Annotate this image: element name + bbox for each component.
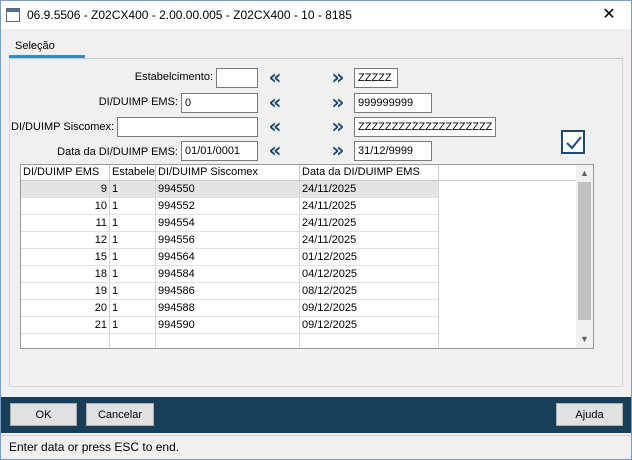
cell-estabelecimento: 1: [110, 181, 156, 198]
cell-di-duimp-siscomex: 994590: [156, 317, 300, 334]
dialog-window: 06.9.5506 - Z02CX400 - 2.00.00.005 - Z02…: [0, 0, 632, 460]
cell-di-duimp-siscomex: 994586: [156, 283, 300, 300]
status-bar: Enter data or press ESC to end.: [1, 435, 631, 459]
cell-di-duimp-ems: 18: [21, 266, 110, 283]
results-table[interactable]: DI/DUIMP EMS Estabelec DI/DUIMP Siscomex…: [20, 164, 594, 349]
cell-di-duimp-ems: 20: [21, 300, 110, 317]
estabelecimento-label: Estabelcimento:: [134, 71, 213, 83]
window-title: 06.9.5506 - Z02CX400 - 2.00.00.005 - Z02…: [27, 8, 352, 22]
table-row[interactable]: 15 1 994564 01/12/2025: [21, 249, 439, 266]
cell-estabelecimento: 1: [110, 249, 156, 266]
di-duimp-ems-to-input[interactable]: 999999999: [354, 93, 432, 113]
data-di-duimp-ems-to-input[interactable]: 31/12/9999: [354, 141, 432, 161]
chevron-down-icon[interactable]: ▼: [576, 331, 593, 348]
cell-data: 01/12/2025: [300, 249, 439, 266]
chevron-up-icon[interactable]: ▲: [576, 165, 593, 182]
di-duimp-siscomex-from-input[interactable]: [117, 117, 258, 137]
title-bar: 06.9.5506 - Z02CX400 - 2.00.00.005 - Z02…: [1, 1, 631, 29]
range-right-icon[interactable]: »: [328, 92, 348, 113]
table-row[interactable]: 10 1 994552 24/11/2025: [21, 198, 439, 215]
tab-selecao[interactable]: Seleção: [9, 37, 85, 57]
status-message: Enter data or press ESC to end.: [9, 440, 180, 454]
cell-data: 04/12/2025: [300, 266, 439, 283]
column-header-di-duimp-ems[interactable]: DI/DUIMP EMS: [21, 165, 110, 181]
cell-di-duimp-ems: 12: [21, 232, 110, 249]
cell-estabelecimento: 1: [110, 232, 156, 249]
di-duimp-ems-label: DI/DUIMP EMS:: [98, 96, 178, 108]
active-tab-indicator: [9, 55, 85, 58]
table-row[interactable]: 9 1 994550 24/11/2025: [21, 181, 439, 198]
ok-button[interactable]: OK: [10, 403, 77, 426]
cell-data: 09/12/2025: [300, 317, 439, 334]
range-left-icon[interactable]: «: [265, 92, 285, 113]
data-di-duimp-ems-from-input[interactable]: 01/01/0001: [181, 141, 258, 161]
table-row[interactable]: 20 1 994588 09/12/2025: [21, 300, 439, 317]
column-divider: [299, 181, 300, 348]
range-right-icon[interactable]: »: [328, 140, 348, 161]
app-window-icon: [6, 8, 20, 22]
cell-di-duimp-siscomex: 994556: [156, 232, 300, 249]
cell-data: 24/11/2025: [300, 198, 439, 215]
cancel-button[interactable]: Cancelar: [86, 403, 154, 426]
table-row[interactable]: 19 1 994586 08/12/2025: [21, 283, 439, 300]
cell-estabelecimento: 1: [110, 300, 156, 317]
column-divider: [109, 181, 110, 348]
cell-data: 08/12/2025: [300, 283, 439, 300]
range-left-icon[interactable]: «: [265, 67, 285, 88]
check-icon: [566, 136, 582, 150]
column-divider: [155, 181, 156, 348]
cell-di-duimp-ems: 11: [21, 215, 110, 232]
table-row[interactable]: 12 1 994556 24/11/2025: [21, 232, 439, 249]
close-icon[interactable]: ✕: [587, 1, 631, 29]
cell-di-duimp-siscomex: 994564: [156, 249, 300, 266]
cell-estabelecimento: 1: [110, 283, 156, 300]
di-duimp-siscomex-to-input[interactable]: ZZZZZZZZZZZZZZZZZZZZ: [354, 117, 496, 137]
cell-di-duimp-ems: 21: [21, 317, 110, 334]
cell-di-duimp-ems: 10: [21, 198, 110, 215]
column-header-estabelecimento[interactable]: Estabelec: [110, 165, 156, 181]
cell-di-duimp-siscomex: 994550: [156, 181, 300, 198]
cell-di-duimp-ems: 19: [21, 283, 110, 300]
di-duimp-siscomex-label: DI/DUIMP Siscomex:: [11, 121, 115, 133]
cell-di-duimp-siscomex: 994588: [156, 300, 300, 317]
cell-data: 24/11/2025: [300, 181, 439, 198]
range-left-icon[interactable]: «: [265, 116, 285, 137]
column-divider: [438, 181, 439, 348]
scroll-thumb[interactable]: [578, 182, 591, 320]
help-button[interactable]: Ajuda: [556, 403, 623, 426]
table-row[interactable]: 21 1 994590 09/12/2025: [21, 317, 439, 334]
cell-estabelecimento: 1: [110, 317, 156, 334]
cell-data: 09/12/2025: [300, 300, 439, 317]
table-row[interactable]: 11 1 994554 24/11/2025: [21, 215, 439, 232]
column-header-di-duimp-siscomex[interactable]: DI/DUIMP Siscomex: [156, 165, 300, 181]
confirm-filter-button[interactable]: [561, 130, 585, 154]
cell-data: 24/11/2025: [300, 232, 439, 249]
vertical-scrollbar[interactable]: ▲ ▼: [576, 165, 593, 348]
column-header-data[interactable]: Data da DI/DUIMP EMS: [300, 165, 439, 181]
range-right-icon[interactable]: »: [328, 116, 348, 137]
cell-di-duimp-siscomex: 994552: [156, 198, 300, 215]
data-di-duimp-ems-label: Data da DI/DUIMP EMS:: [57, 146, 178, 158]
cell-estabelecimento: 1: [110, 198, 156, 215]
table-row[interactable]: 18 1 994584 04/12/2025: [21, 266, 439, 283]
range-right-icon[interactable]: »: [328, 67, 348, 88]
range-left-icon[interactable]: «: [265, 140, 285, 161]
cell-di-duimp-siscomex: 994554: [156, 215, 300, 232]
tab-strip: Seleção: [9, 37, 623, 59]
table-header: DI/DUIMP EMS Estabelec DI/DUIMP Siscomex…: [21, 165, 577, 181]
cell-estabelecimento: 1: [110, 266, 156, 283]
estabelecimento-from-input[interactable]: [216, 68, 258, 88]
cell-estabelecimento: 1: [110, 215, 156, 232]
di-duimp-ems-from-input[interactable]: 0: [181, 93, 258, 113]
cell-data: 24/11/2025: [300, 215, 439, 232]
button-bar: OK Cancelar Ajuda: [1, 397, 631, 433]
cell-di-duimp-ems: 15: [21, 249, 110, 266]
estabelecimento-to-input[interactable]: ZZZZZ: [354, 68, 398, 88]
tab-label: Seleção: [15, 40, 55, 52]
cell-di-duimp-siscomex: 994584: [156, 266, 300, 283]
cell-di-duimp-ems: 9: [21, 181, 110, 198]
